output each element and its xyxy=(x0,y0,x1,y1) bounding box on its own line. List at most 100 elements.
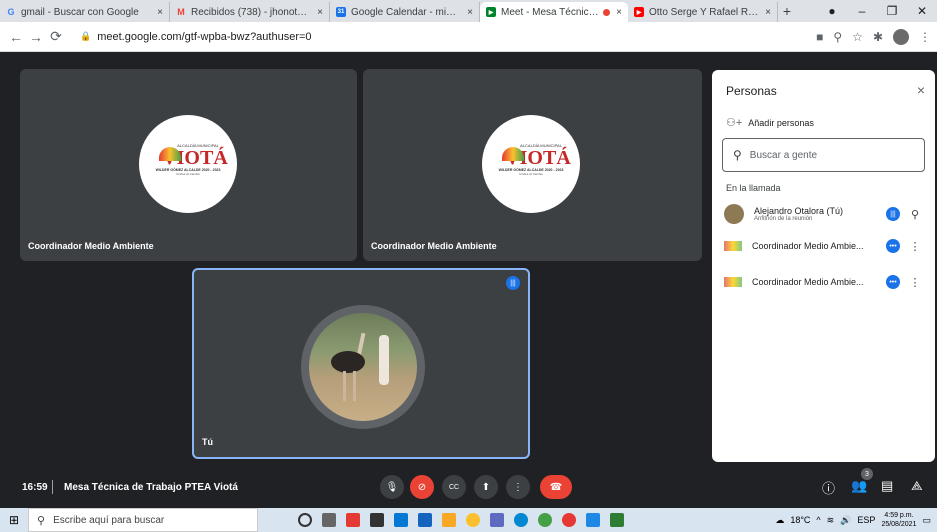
participant-name: Tú xyxy=(202,437,213,447)
ostrich-leg xyxy=(343,371,346,401)
profile-avatar[interactable] xyxy=(893,28,909,45)
close-tab-icon[interactable]: × xyxy=(311,7,323,18)
browser-tab-meet[interactable]: ▶ Meet - Mesa Técnica de × xyxy=(480,2,628,22)
new-tab-button[interactable]: + xyxy=(778,2,796,22)
record-icon[interactable]: ● xyxy=(817,4,847,18)
pin-icon[interactable]: ⚲ xyxy=(906,208,924,221)
chrome-icon[interactable] xyxy=(466,513,480,527)
speaking-icon: ••• xyxy=(886,275,900,289)
viota-logo: ALCALDÍA MUNICIPAL VIOTÁ WILDER GÓMEZ AL… xyxy=(139,115,237,213)
close-tab-icon[interactable]: × xyxy=(610,7,622,18)
chat-icon[interactable]: ▤ xyxy=(881,478,893,494)
menu-icon[interactable]: ⋮ xyxy=(919,30,931,44)
teams-icon[interactable] xyxy=(394,513,408,527)
browser-tab-youtube[interactable]: ▶ Otto Serge Y Rafael Ricardo × xyxy=(628,2,778,22)
close-tab-icon[interactable]: × xyxy=(151,7,163,18)
participant-row[interactable]: Alejandro Otalora (Tú) Anfitrión de la r… xyxy=(724,201,924,227)
activities-icon[interactable]: ⟁ xyxy=(911,478,923,494)
people-search-input[interactable]: ⚲ Buscar a gente xyxy=(722,138,925,172)
forward-icon[interactable]: → xyxy=(26,29,46,45)
windows-start-icon[interactable]: ⊞ xyxy=(0,513,28,527)
camera-icon[interactable]: ■ xyxy=(816,30,823,44)
tab-title: Recibidos (738) - jhonotabo... xyxy=(191,6,312,18)
close-window-button[interactable]: ✕ xyxy=(907,4,937,18)
speaking-indicator-icon: ||| xyxy=(506,276,520,290)
chrome-icon[interactable] xyxy=(538,513,552,527)
browser-tab-gmail-search[interactable]: G gmail - Buscar con Google × xyxy=(0,2,170,22)
office-app-icon[interactable] xyxy=(346,513,360,527)
participant-tile-2[interactable]: ALCALDÍA MUNICIPAL VIOTÁ WILDER GÓMEZ AL… xyxy=(363,69,702,261)
self-avatar xyxy=(301,305,425,429)
search-icon: ⚲ xyxy=(733,148,742,162)
close-tab-icon[interactable]: × xyxy=(461,7,473,18)
participant-row-name: Coordinador Medio Ambie... xyxy=(752,277,864,287)
browser-tab-gmail-inbox[interactable]: M Recibidos (738) - jhonotabo... × xyxy=(170,2,330,22)
language-indicator[interactable]: ESP xyxy=(857,515,875,525)
app-icon[interactable] xyxy=(490,513,504,527)
star-icon[interactable]: ☆ xyxy=(852,30,863,44)
excel-icon[interactable] xyxy=(610,513,624,527)
camera-off-button[interactable]: ⊘ xyxy=(410,475,434,499)
search-placeholder: Buscar a gente xyxy=(749,149,818,161)
tab-title: gmail - Buscar con Google xyxy=(21,6,139,18)
edge-icon[interactable] xyxy=(514,513,528,527)
network-icon[interactable]: ≋ xyxy=(827,515,835,526)
url-field[interactable]: 🔒 meet.google.com/gtf-wpba-bwz?authuser=… xyxy=(74,26,816,48)
close-panel-icon[interactable]: × xyxy=(917,82,925,98)
self-tile[interactable]: ||| Tú xyxy=(192,268,530,459)
lock-icon: 🔒 xyxy=(80,31,92,41)
viota-logo: ALCALDÍA MUNICIPAL VIOTÁ WILDER GÓMEZ AL… xyxy=(482,115,580,213)
captions-button[interactable]: CC xyxy=(442,475,466,499)
more-options-icon[interactable]: ⋮ xyxy=(906,276,924,289)
tab-title: Meet - Mesa Técnica de xyxy=(501,6,600,18)
meeting-details-icon[interactable]: ⓘ xyxy=(822,478,835,497)
word-icon[interactable] xyxy=(586,513,600,527)
present-screen-button[interactable]: ⬆ xyxy=(474,475,498,499)
task-view-icon[interactable] xyxy=(322,513,336,527)
youtube-icon: ▶ xyxy=(634,7,644,17)
extensions-icon[interactable]: ✱ xyxy=(873,30,883,44)
participant-row[interactable]: Coordinador Medio Ambie... ••• ⋮ xyxy=(724,269,924,295)
divider xyxy=(52,480,53,494)
participant-row-name: Coordinador Medio Ambie... xyxy=(752,241,864,251)
meeting-name: Mesa Técnica de Trabajo PTEA Viotá xyxy=(64,482,238,493)
ostrich-photo xyxy=(309,313,417,421)
browser-tab-bar: G gmail - Buscar con Google × M Recibido… xyxy=(0,0,937,22)
back-icon[interactable]: ← xyxy=(6,29,26,45)
maximize-button[interactable]: ❐ xyxy=(877,4,907,18)
participant-row[interactable]: Coordinador Medio Ambie... ••• ⋮ xyxy=(724,233,924,259)
cortana-icon[interactable] xyxy=(298,513,312,527)
participant-tile-1[interactable]: ALCALDÍA MUNICIPAL VIOTÁ WILDER GÓMEZ AL… xyxy=(20,69,357,261)
zoom-icon[interactable]: ⚲ xyxy=(833,30,842,44)
more-options-icon[interactable]: ⋮ xyxy=(906,240,924,253)
people-icon[interactable]: 👥 xyxy=(851,478,867,494)
ostrich-body xyxy=(331,351,365,373)
reload-icon[interactable]: ⟳ xyxy=(46,28,66,45)
file-explorer-icon[interactable] xyxy=(442,513,456,527)
clock[interactable]: 4:59 p.m. 25/08/2021 xyxy=(881,511,916,529)
url-text: meet.google.com/gtf-wpba-bwz?authuser=0 xyxy=(97,30,312,43)
temperature: 18°C xyxy=(790,515,811,525)
store-icon[interactable] xyxy=(370,513,384,527)
volume-icon[interactable]: 🔊 xyxy=(840,515,851,526)
minimize-button[interactable]: – xyxy=(847,4,877,18)
mail-icon[interactable] xyxy=(418,513,432,527)
add-people-button[interactable]: ⚇+ Añadir personas xyxy=(726,116,814,129)
notifications-icon[interactable]: ▭ xyxy=(922,515,931,526)
avatar xyxy=(724,241,742,251)
chevron-up-icon[interactable]: ^ xyxy=(816,515,820,525)
browser-tab-calendar[interactable]: 31 Google Calendar - miércoles... × xyxy=(330,2,480,22)
more-options-button[interactable]: ⋮ xyxy=(506,475,530,499)
participant-row-role: Anfitrión de la reunión xyxy=(754,216,813,222)
taskbar-search-placeholder: Escribe aquí para buscar xyxy=(53,514,165,526)
speaking-icon: ||| xyxy=(886,207,900,221)
person-figure xyxy=(379,335,389,385)
end-call-button[interactable]: ☎ xyxy=(540,475,572,499)
weather-icon[interactable]: ☁ xyxy=(775,515,784,526)
microphone-button[interactable]: 🎙 xyxy=(380,475,404,499)
close-tab-icon[interactable]: × xyxy=(759,7,771,18)
opera-icon[interactable] xyxy=(562,513,576,527)
calendar-icon: 31 xyxy=(336,7,346,17)
taskbar-search-input[interactable]: ⚲ Escribe aquí para buscar xyxy=(28,508,258,532)
windows-taskbar: ⊞ ⚲ Escribe aquí para buscar ☁ 18°C ^ ≋ … xyxy=(0,508,937,532)
